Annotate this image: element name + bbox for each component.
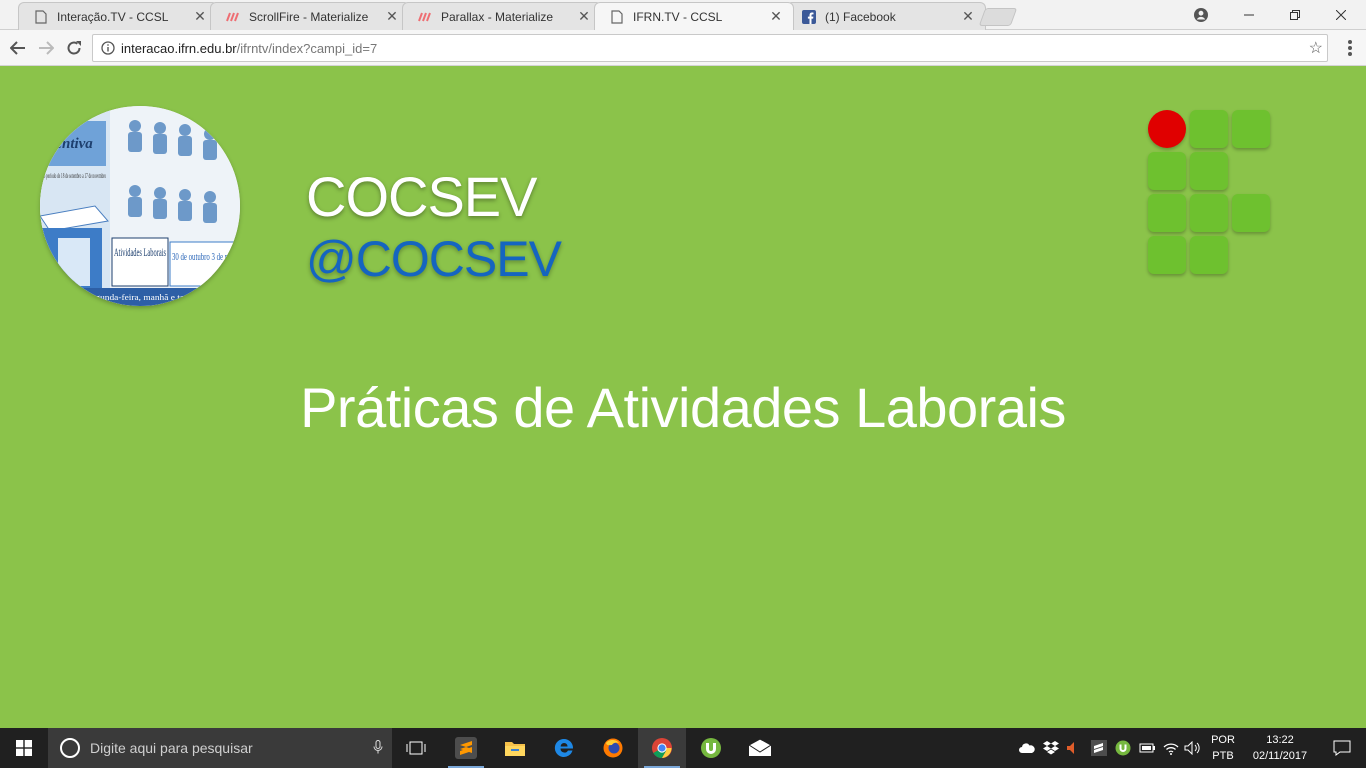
action-center-icon[interactable]: [1318, 728, 1366, 768]
system-clock[interactable]: 13:22 02/11/2017: [1242, 732, 1318, 764]
speaker-icon[interactable]: [1182, 728, 1204, 768]
document-icon: [609, 9, 625, 25]
materialize-icon: [417, 9, 433, 25]
utorrent-tray-icon[interactable]: [1112, 728, 1134, 768]
avatar-footer-text: Segunda-feira, manhã e tarde: [86, 293, 197, 302]
new-tab-button[interactable]: [978, 8, 1018, 26]
post-headline: Práticas de Atividades Laborais: [300, 376, 1066, 439]
cortana-icon: [60, 738, 80, 758]
firefox-icon[interactable]: [589, 728, 637, 768]
onedrive-icon[interactable]: [1016, 728, 1038, 768]
browser-menu-button[interactable]: [1340, 37, 1360, 59]
keyboard-layout: PTB: [1212, 750, 1234, 762]
address-bar[interactable]: interacao.ifrn.edu.br/ifrntv/index?campi…: [92, 34, 1328, 62]
tab-interacao-tv[interactable]: Interação.TV - CCSL ✕: [18, 2, 218, 30]
clock-date: 02/11/2017: [1252, 750, 1308, 762]
profile-icon[interactable]: [1178, 2, 1224, 28]
tab-parallax[interactable]: Parallax - Materialize ✕: [402, 2, 602, 30]
search-placeholder: Digite aqui para pesquisar: [90, 740, 253, 756]
ifrn-logo: [1148, 110, 1274, 278]
file-explorer-icon[interactable]: [491, 728, 539, 768]
bookmark-star-icon[interactable]: ☆: [1309, 38, 1323, 58]
profile-name: COCSEV: [306, 165, 537, 228]
tab-title: (1) Facebook: [825, 9, 896, 24]
avatar-period-text: no período de 18 de setembro a 17 de nov…: [42, 172, 106, 180]
reload-button[interactable]: [61, 35, 87, 61]
logo-square: [1148, 194, 1186, 232]
close-tab-icon[interactable]: ✕: [961, 8, 975, 25]
avatar-dates-text: 30 de outubro 3 de nove: [172, 251, 238, 263]
logo-square: [1190, 236, 1228, 274]
back-button[interactable]: [5, 35, 31, 61]
windows-taskbar: Digite aqui para pesquisar POR PTB 13:22…: [0, 728, 1366, 768]
browser-toolbar: interacao.ifrn.edu.br/ifrntv/index?campi…: [0, 30, 1366, 66]
avatar-activity-title: Atividades Laborais: [114, 245, 166, 259]
close-tab-icon[interactable]: ✕: [769, 8, 783, 25]
language-code: POR: [1211, 734, 1235, 746]
document-icon: [33, 9, 49, 25]
url-path: /ifrntv/index?campi_id=7: [236, 40, 378, 56]
logo-square: [1190, 152, 1228, 190]
page-content: eventiva no período de 18 de setembro a …: [0, 67, 1366, 728]
restore-button[interactable]: [1272, 2, 1318, 28]
url-host: interacao.ifrn.edu.br: [121, 40, 237, 56]
microphone-icon[interactable]: [364, 739, 392, 757]
close-tab-icon[interactable]: ✕: [193, 8, 207, 25]
tab-ifrn-tv[interactable]: IFRN.TV - CCSL ✕: [594, 2, 794, 30]
materialize-icon: [225, 9, 241, 25]
avatar-banner-text: eventiva: [42, 136, 93, 152]
logo-square: [1148, 236, 1186, 274]
mail-icon[interactable]: [736, 728, 784, 768]
tab-scrollfire[interactable]: ScrollFire - Materialize ✕: [210, 2, 410, 30]
tab-title: Interação.TV - CCSL: [57, 9, 169, 24]
task-view-icon[interactable]: [392, 728, 440, 768]
tab-title: ScrollFire - Materialize: [249, 9, 369, 24]
info-icon[interactable]: [101, 41, 115, 55]
sublime-text-icon[interactable]: [442, 728, 490, 768]
volume-muted-icon[interactable]: [1062, 728, 1084, 768]
close-window-button[interactable]: [1318, 2, 1364, 28]
chrome-icon[interactable]: [638, 728, 686, 768]
profile-avatar: eventiva no período de 18 de setembro a …: [40, 106, 240, 306]
minimize-button[interactable]: [1226, 2, 1272, 28]
facebook-icon: [801, 9, 817, 25]
logo-square: [1190, 110, 1228, 148]
logo-square: [1232, 110, 1270, 148]
logo-red-dot: [1148, 110, 1186, 148]
edge-browser-icon[interactable]: [540, 728, 588, 768]
sublime-tray-icon[interactable]: [1088, 728, 1110, 768]
utorrent-icon[interactable]: [687, 728, 735, 768]
input-language-indicator[interactable]: POR PTB: [1206, 732, 1240, 764]
clock-time: 13:22: [1266, 734, 1294, 746]
forward-button[interactable]: [33, 35, 59, 61]
tab-title: IFRN.TV - CCSL: [633, 9, 723, 24]
dropbox-icon[interactable]: [1040, 728, 1062, 768]
logo-square: [1232, 194, 1270, 232]
start-button[interactable]: [0, 728, 48, 768]
profile-handle[interactable]: @COCSEV: [306, 230, 562, 288]
browser-tab-strip: Interação.TV - CCSL ✕ ScrollFire - Mater…: [0, 0, 1366, 30]
wifi-icon[interactable]: [1160, 728, 1182, 768]
tab-title: Parallax - Materialize: [441, 9, 554, 24]
close-tab-icon[interactable]: ✕: [385, 8, 399, 25]
battery-icon[interactable]: [1136, 728, 1158, 768]
taskbar-search[interactable]: Digite aqui para pesquisar: [48, 728, 392, 768]
windows-logo-icon: [16, 740, 32, 756]
logo-square: [1148, 152, 1186, 190]
tab-facebook[interactable]: (1) Facebook ✕: [786, 2, 986, 30]
close-tab-icon[interactable]: ✕: [577, 8, 591, 25]
logo-square: [1190, 194, 1228, 232]
